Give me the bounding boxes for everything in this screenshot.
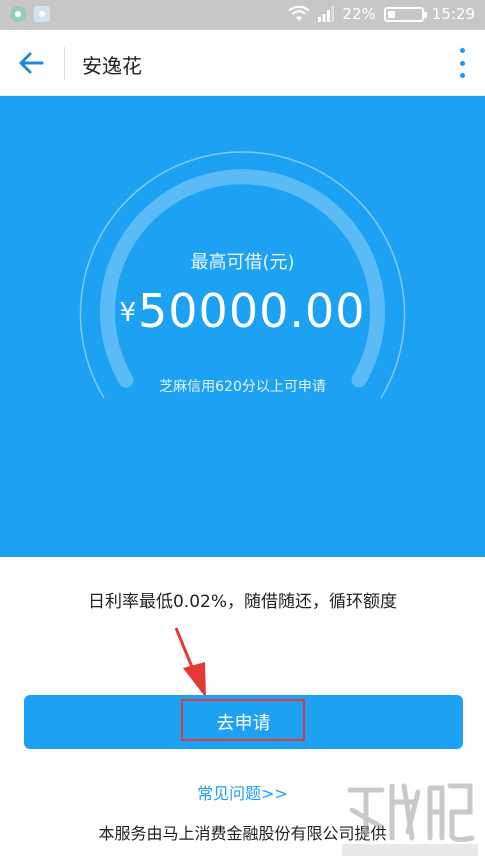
rate-description: 日利率最低0.02%，随借随还，循环额度 [87, 592, 397, 612]
annotation-arrow-icon [174, 627, 206, 698]
apply-button-label: 去申请 [216, 713, 271, 733]
amount-value: 50000.00 [138, 284, 366, 338]
page-title: 安逸花 [82, 54, 142, 78]
gauge-progress-arc [100, 169, 385, 388]
status-bar: 22% 15:29 [0, 0, 485, 30]
limit-label: 最高可借(元) [190, 252, 295, 273]
status-right: 22% 15:29 [288, 5, 475, 23]
clock: 15:29 [431, 5, 475, 23]
notification-icons [10, 6, 50, 22]
gallery-notification-icon [34, 6, 50, 22]
gauge-outer-ring [79, 151, 406, 399]
battery-icon [383, 6, 427, 22]
wifi-icon [288, 6, 311, 21]
battery-percent: 22% [342, 5, 376, 23]
signal-icon [318, 6, 335, 22]
credit-amount: ¥50000.00 [0, 284, 485, 338]
apply-button[interactable]: 去申请 [24, 695, 463, 749]
app-notification-icon [10, 6, 26, 22]
currency-symbol: ¥ [119, 298, 137, 328]
app-bar-divider [64, 47, 65, 80]
app-bar: 安逸花 [0, 30, 485, 96]
credit-limit-hero: 最高可借(元) ¥50000.00 芝麻信用620分以上可申请 [0, 96, 485, 557]
credit-requirement: 芝麻信用620分以上可申请 [159, 379, 326, 395]
arrow-left-icon[interactable] [14, 48, 48, 78]
watermark-logo-icon [342, 783, 478, 856]
more-vertical-icon[interactable] [457, 48, 467, 78]
